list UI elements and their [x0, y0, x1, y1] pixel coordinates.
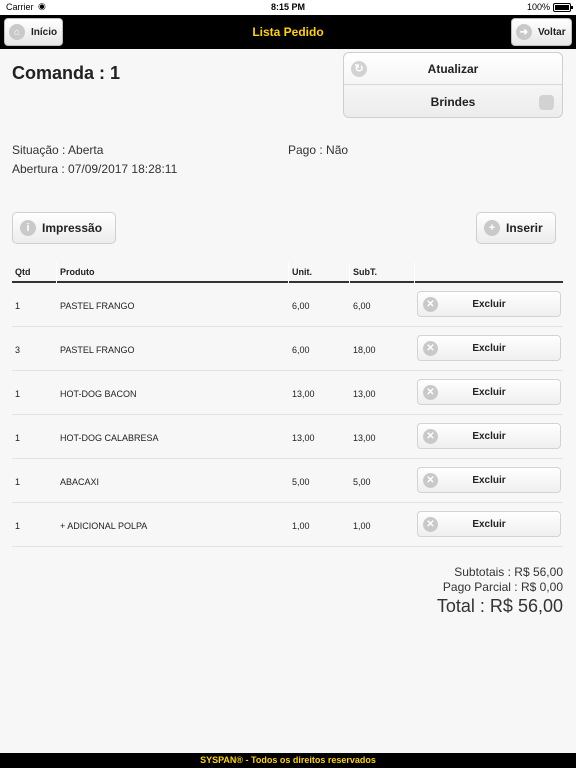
row-subt: 5,00: [353, 477, 371, 487]
print-icon: i: [20, 220, 36, 236]
row-produto: HOT-DOG CALABRESA: [60, 433, 159, 443]
refresh-icon: ↻: [351, 61, 367, 77]
delete-button[interactable]: ✕ Excluir: [417, 379, 561, 405]
row-unit: 5,00: [292, 477, 310, 487]
order-items-table: Qtd Produto Unit. SubT. 1 PASTEL FRANGO …: [12, 262, 563, 547]
gift-icon: [539, 95, 554, 110]
refresh-button[interactable]: ↻ Atualizar: [344, 53, 562, 85]
row-qtd: 1: [15, 389, 21, 399]
order-status: Situação : Aberta: [12, 143, 104, 157]
delete-button[interactable]: ✕ Excluir: [417, 335, 561, 361]
add-icon: +: [484, 220, 500, 236]
row-unit: 6,00: [292, 301, 310, 311]
row-unit: 13,00: [292, 389, 315, 399]
status-bar: Carrier ◉ 8:15 PM 100%: [0, 0, 576, 15]
back-button[interactable]: ➜ Voltar: [511, 18, 572, 46]
nav-bar: ⌂ Início Lista Pedido ➜ Voltar: [0, 15, 576, 49]
delete-icon: ✕: [423, 517, 438, 532]
row-produto: HOT-DOG BACON: [60, 389, 137, 399]
delete-icon: ✕: [423, 473, 438, 488]
row-unit: 6,00: [292, 345, 310, 355]
table-header: Qtd Produto Unit. SubT.: [12, 262, 563, 283]
gifts-button[interactable]: Brindes: [344, 86, 562, 118]
delete-button-label: Excluir: [472, 431, 506, 442]
delete-button[interactable]: ✕ Excluir: [417, 467, 561, 493]
grand-total: Total : R$ 56,00: [436, 596, 563, 616]
header-unit: Unit.: [292, 267, 312, 277]
row-subt: 6,00: [353, 301, 371, 311]
delete-icon: ✕: [423, 429, 438, 444]
row-unit: 1,00: [292, 521, 310, 531]
delete-button[interactable]: ✕ Excluir: [417, 291, 561, 317]
header-produto: Produto: [60, 267, 95, 277]
delete-button-label: Excluir: [472, 343, 506, 354]
delete-button-label: Excluir: [472, 299, 506, 310]
print-button[interactable]: i Impressão: [12, 212, 116, 244]
table-row: 1 ABACAXI 5,00 5,00 ✕ Excluir: [12, 459, 563, 503]
delete-button-label: Excluir: [472, 519, 506, 530]
header-qtd: Qtd: [15, 267, 31, 277]
payment-status: Pago : Não: [288, 143, 349, 157]
row-subt: 13,00: [353, 389, 376, 399]
refresh-button-label: Atualizar: [427, 62, 479, 76]
row-subt: 13,00: [353, 433, 376, 443]
delete-button[interactable]: ✕ Excluir: [417, 423, 561, 449]
row-subt: 1,00: [353, 521, 371, 531]
delete-button-label: Excluir: [472, 387, 506, 398]
subtotal: Subtotais : R$ 56,00: [454, 565, 563, 579]
delete-icon: ✕: [423, 297, 438, 312]
row-qtd: 1: [15, 433, 21, 443]
delete-button-label: Excluir: [472, 475, 506, 486]
print-button-label: Impressão: [42, 221, 103, 235]
row-subt: 18,00: [353, 345, 376, 355]
table-row: 3 PASTEL FRANGO 6,00 18,00 ✕ Excluir: [12, 327, 563, 371]
order-actions: ↻ Atualizar Brindes: [343, 52, 563, 118]
row-qtd: 3: [15, 345, 21, 355]
clock: 8:15 PM: [270, 2, 305, 12]
table-row: 1 PASTEL FRANGO 6,00 6,00 ✕ Excluir: [12, 283, 563, 327]
delete-icon: ✕: [423, 341, 438, 356]
row-qtd: 1: [15, 477, 21, 487]
footer: SYSPAN® - Todos os direitos reservados: [0, 753, 576, 768]
partial-paid: Pago Parcial : R$ 0,00: [442, 580, 563, 594]
row-produto: + ADICIONAL POLPA: [60, 521, 148, 531]
gifts-button-label: Brindes: [430, 95, 476, 109]
row-produto: PASTEL FRANGO: [60, 345, 135, 355]
row-qtd: 1: [15, 301, 21, 311]
row-qtd: 1: [15, 521, 21, 531]
insert-button[interactable]: + Inserir: [476, 212, 556, 244]
row-produto: PASTEL FRANGO: [60, 301, 135, 311]
back-button-label: Voltar: [538, 26, 566, 38]
row-produto: ABACAXI: [60, 477, 100, 487]
back-icon: ➜: [516, 24, 532, 40]
table-row: 1 HOT-DOG CALABRESA 13,00 13,00 ✕ Excluir: [12, 415, 563, 459]
insert-button-label: Inserir: [506, 221, 543, 235]
opening-time: Abertura : 07/09/2017 18:28:11: [12, 162, 178, 176]
delete-icon: ✕: [423, 385, 438, 400]
header-subt: SubT.: [353, 267, 377, 277]
table-row: 1 HOT-DOG BACON 13,00 13,00 ✕ Excluir: [12, 371, 563, 415]
delete-button[interactable]: ✕ Excluir: [417, 511, 561, 537]
battery-percent: 100%: [526, 2, 550, 12]
row-unit: 13,00: [292, 433, 315, 443]
table-row: 1 + ADICIONAL POLPA 1,00 1,00 ✕ Excluir: [12, 503, 563, 547]
order-title: Comanda : 1: [12, 63, 121, 83]
page-title: Lista Pedido: [252, 25, 324, 39]
battery-icon: [553, 3, 573, 12]
